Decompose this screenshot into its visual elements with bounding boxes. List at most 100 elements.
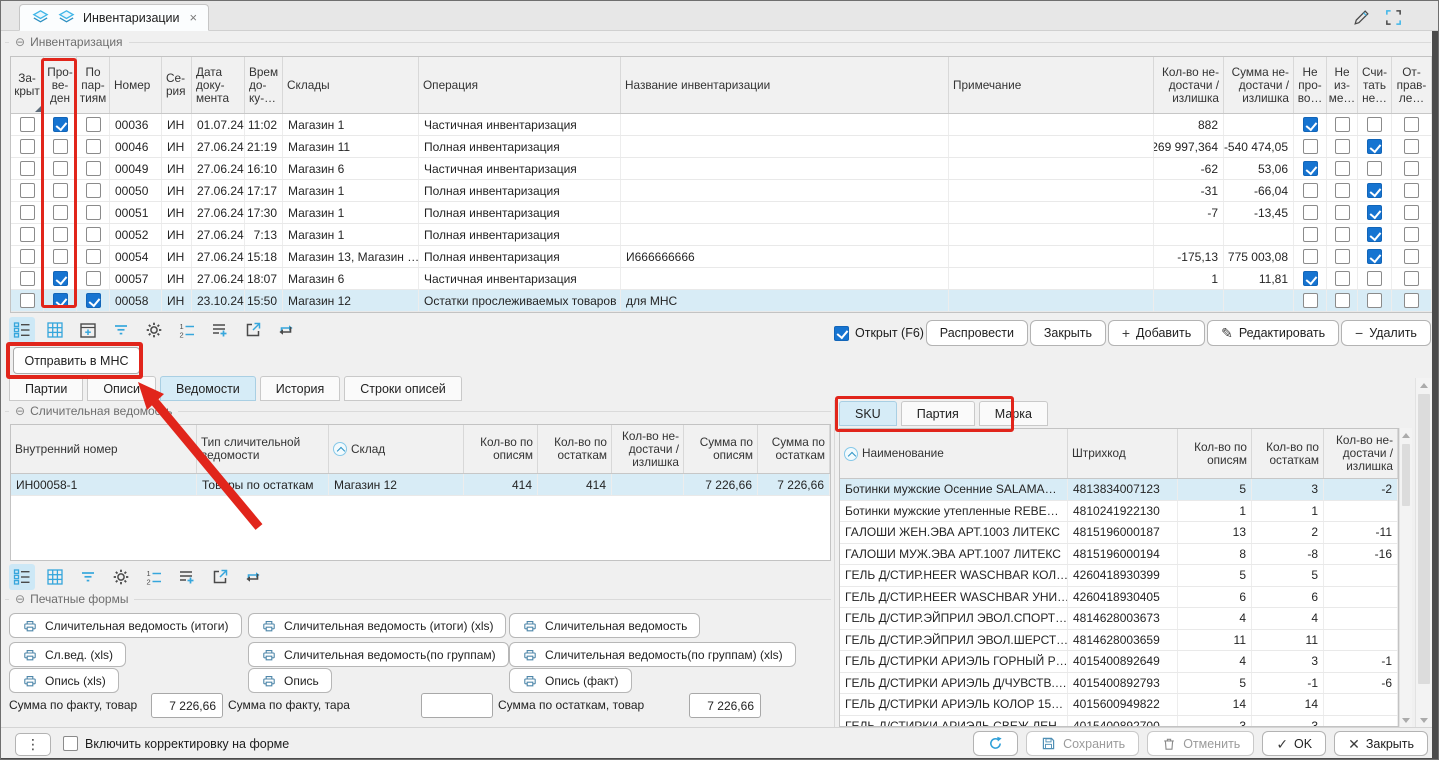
scrollbar-thumb[interactable] bbox=[1418, 394, 1430, 684]
checkbox[interactable] bbox=[20, 205, 35, 220]
checkbox[interactable] bbox=[1303, 293, 1318, 308]
button-Распровести[interactable]: Распровести bbox=[926, 320, 1028, 346]
close-tab-icon[interactable]: × bbox=[190, 10, 198, 25]
checkbox[interactable] bbox=[1335, 139, 1350, 154]
checkbox[interactable] bbox=[1303, 205, 1318, 220]
column-header[interactable]: Кол-во не-достачи / излишка bbox=[612, 425, 684, 473]
column-header[interactable]: Кол-во по описям bbox=[1178, 429, 1252, 478]
tab-4[interactable]: Строки описей bbox=[344, 376, 461, 401]
settings-icon[interactable] bbox=[141, 317, 167, 343]
table-row[interactable]: 00051ИН27.06.2417:30Магазин 1Полная инве… bbox=[11, 202, 1432, 224]
checkbox[interactable] bbox=[1335, 161, 1350, 176]
checkbox[interactable] bbox=[1335, 293, 1350, 308]
table-row[interactable]: ГЕЛЬ Д/СТИР.ЭЙПРИЛ ЭВОЛ.СПОРТ…4814628003… bbox=[840, 608, 1398, 630]
checkbox[interactable] bbox=[1335, 271, 1350, 286]
refresh-loop-icon[interactable] bbox=[273, 317, 299, 343]
column-header[interactable]: Тип сличительной ведомости bbox=[197, 425, 329, 473]
checkbox[interactable] bbox=[1303, 117, 1318, 132]
print-button[interactable]: Сличительная ведомость(по группам) (xls) bbox=[509, 642, 796, 667]
checkbox[interactable] bbox=[1303, 271, 1318, 286]
open-external-icon[interactable] bbox=[240, 317, 266, 343]
table-row[interactable]: 00058ИН23.10.2415:50Магазин 12Остатки пр… bbox=[11, 290, 1432, 312]
checkbox[interactable] bbox=[1404, 227, 1419, 242]
checkbox[interactable] bbox=[1303, 139, 1318, 154]
tab-0[interactable]: SKU bbox=[839, 401, 897, 426]
checkbox[interactable] bbox=[86, 227, 101, 242]
checkbox[interactable] bbox=[1367, 161, 1382, 176]
checkbox[interactable] bbox=[53, 271, 68, 286]
column-header[interactable]: Кол-во по остаткам bbox=[1252, 429, 1324, 478]
checkbox[interactable] bbox=[1367, 249, 1382, 264]
edit-pencil-icon[interactable] bbox=[1350, 6, 1372, 28]
checkbox[interactable] bbox=[53, 293, 68, 308]
button-Закрыть[interactable]: ✕Закрыть bbox=[1334, 731, 1428, 756]
table-row[interactable]: ИН00058-1Товары по остаткамМагазин 12414… bbox=[11, 474, 830, 496]
table-row[interactable]: ГЕЛЬ Д/СТИР.HEER WASCHBAR УНИ…4260418930… bbox=[840, 587, 1398, 609]
checkbox[interactable] bbox=[1335, 249, 1350, 264]
numbered-list-icon[interactable]: 12 bbox=[141, 564, 167, 590]
print-button[interactable]: Опись (xls) bbox=[9, 668, 119, 693]
list-view-icon[interactable] bbox=[9, 317, 35, 343]
filter-icon[interactable] bbox=[108, 317, 134, 343]
column-header[interactable]: Се-рия bbox=[162, 57, 192, 113]
checkbox[interactable] bbox=[86, 161, 101, 176]
grid-icon[interactable] bbox=[42, 317, 68, 343]
tab-1[interactable]: Описи bbox=[87, 376, 156, 401]
column-header[interactable]: Примечание bbox=[949, 57, 1154, 113]
column-header[interactable]: Счи-тать не… bbox=[1358, 57, 1392, 113]
open-checkbox[interactable] bbox=[834, 326, 849, 341]
button-refresh-circ[interactable] bbox=[973, 731, 1018, 756]
column-header[interactable]: Сумма по остаткам bbox=[758, 425, 830, 473]
scrollbar-thumb[interactable] bbox=[1402, 444, 1410, 506]
table-row[interactable]: ГЕЛЬ Д/СТИР.HEER WASCHBAR КОЛ…4260418930… bbox=[840, 565, 1398, 587]
column-header[interactable]: Название инвентаризации bbox=[621, 57, 949, 113]
add-rows-icon[interactable] bbox=[174, 564, 200, 590]
tab-2[interactable]: Марка bbox=[979, 401, 1048, 426]
table-row[interactable]: ГЕЛЬ Д/СТИРКИ АРИЭЛЬ Д/ЧУВСТВ.…401540089… bbox=[840, 673, 1398, 695]
checkbox[interactable] bbox=[53, 161, 68, 176]
column-header[interactable]: От-прав-ле… bbox=[1392, 57, 1432, 113]
checkbox[interactable] bbox=[86, 293, 101, 308]
table-row[interactable]: Ботинки мужские Осенние SALAMA…481383400… bbox=[840, 479, 1398, 501]
checkbox[interactable] bbox=[86, 271, 101, 286]
column-header[interactable]: Склад bbox=[329, 425, 464, 473]
checkbox[interactable] bbox=[1404, 117, 1419, 132]
numbered-list-icon[interactable]: 12 bbox=[174, 317, 200, 343]
checkbox[interactable] bbox=[1303, 161, 1318, 176]
open-external-icon[interactable] bbox=[207, 564, 233, 590]
checkbox[interactable] bbox=[86, 139, 101, 154]
tab-1[interactable]: Партия bbox=[901, 401, 975, 426]
column-header[interactable]: Сумма по описям bbox=[684, 425, 758, 473]
column-header[interactable]: Номер bbox=[110, 57, 162, 113]
print-button[interactable]: Сличительная ведомость bbox=[509, 613, 700, 638]
checkbox[interactable] bbox=[1335, 183, 1350, 198]
column-header[interactable]: Кол-во не-достачи / излишка bbox=[1154, 57, 1224, 113]
button-Добавить[interactable]: +Добавить bbox=[1108, 320, 1205, 346]
table-row[interactable]: ГАЛОШИ ЖЕН.ЭВА АРТ.1003 ЛИТЕКС4815196000… bbox=[840, 522, 1398, 544]
table-row[interactable]: ГАЛОШИ МУЖ.ЭВА АРТ.1007 ЛИТЕКС4815196000… bbox=[840, 544, 1398, 566]
checkbox[interactable] bbox=[1367, 183, 1382, 198]
column-header[interactable]: Про-ве-ден bbox=[44, 57, 77, 113]
table-row[interactable]: 00052ИН27.06.247:13Магазин 1Полная инвен… bbox=[11, 224, 1432, 246]
collapse-icon[interactable]: ⊖ bbox=[15, 592, 25, 606]
column-header[interactable]: Операция bbox=[419, 57, 621, 113]
checkbox[interactable] bbox=[20, 139, 35, 154]
checkbox[interactable] bbox=[1367, 117, 1382, 132]
checkbox[interactable] bbox=[1404, 205, 1419, 220]
refresh-loop-icon[interactable] bbox=[240, 564, 266, 590]
checkbox[interactable] bbox=[53, 205, 68, 220]
column-header[interactable]: Дата доку-мента bbox=[192, 57, 245, 113]
table-row[interactable]: 00049ИН27.06.2416:10Магазин 6Частичная и… bbox=[11, 158, 1432, 180]
column-header[interactable]: За-крыт bbox=[11, 57, 44, 113]
scroll-down-icon[interactable] bbox=[1416, 713, 1432, 727]
checkbox[interactable] bbox=[1404, 161, 1419, 176]
calendar-icon[interactable] bbox=[75, 317, 101, 343]
filter-icon[interactable] bbox=[75, 564, 101, 590]
checkbox[interactable] bbox=[1404, 249, 1419, 264]
print-button[interactable]: Сличительная ведомость (итоги) bbox=[9, 613, 242, 638]
checkbox[interactable] bbox=[1404, 139, 1419, 154]
table-row[interactable]: Ботинки мужские утепленные REBE…48102419… bbox=[840, 501, 1398, 523]
column-header[interactable]: Кол-во по описям bbox=[464, 425, 538, 473]
table-row[interactable]: 00057ИН27.06.2418:07Магазин 6Частичная и… bbox=[11, 268, 1432, 290]
panel-scrollbar[interactable] bbox=[1415, 378, 1432, 727]
